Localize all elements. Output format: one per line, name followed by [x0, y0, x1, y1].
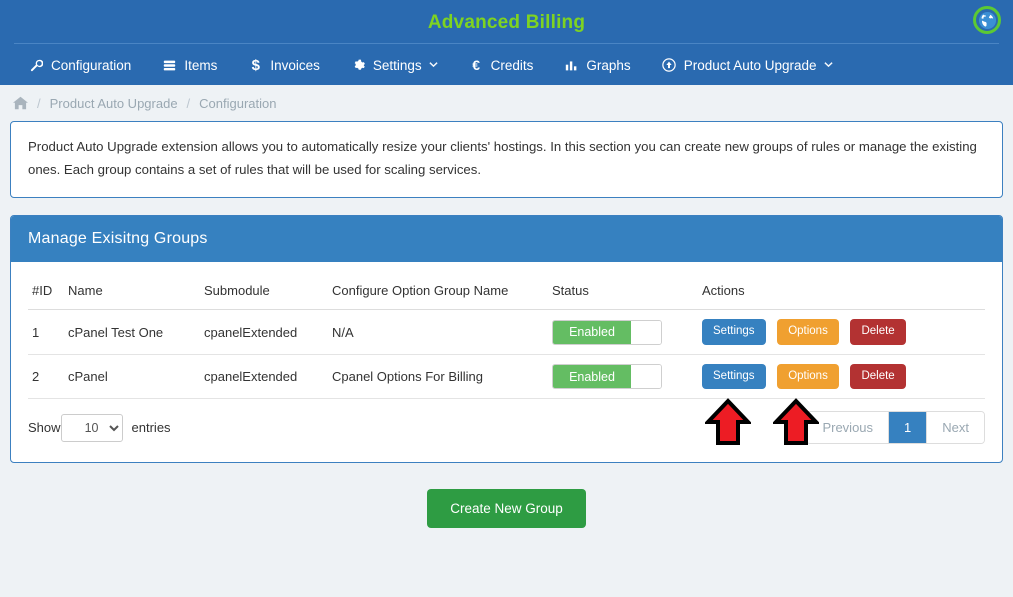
table-row: 1 cPanel Test One cpanelExtended N/A Ena…: [28, 309, 985, 355]
settings-button[interactable]: Settings: [702, 363, 766, 390]
chevron-down-icon: [823, 60, 833, 70]
table-body: 1 cPanel Test One cpanelExtended N/A Ena…: [28, 309, 985, 400]
table-row: 2 cPanel cpanelExtended Cpanel Options F…: [28, 354, 985, 400]
settings-button[interactable]: Settings: [702, 319, 766, 345]
status-toggle-label: Enabled: [553, 365, 631, 389]
gear-icon: [350, 59, 367, 72]
entries-select-wrapper: 10 25 50 100: [60, 413, 123, 442]
nav-item-product-auto-upgrade[interactable]: Product Auto Upgrade: [661, 45, 833, 85]
cell-config-option-group: N/A: [328, 309, 548, 355]
entries-label: entries: [131, 420, 171, 436]
pagination-previous[interactable]: Previous: [807, 412, 890, 444]
cell-status: Enabled: [548, 354, 698, 400]
column-header-name: Name: [64, 276, 200, 311]
cell-submodule: cpanelExtended: [200, 354, 328, 400]
page-title: Advanced Billing: [427, 12, 586, 33]
nav-label-items: Items: [184, 57, 218, 73]
column-header-submodule: Submodule: [200, 276, 328, 311]
options-button[interactable]: Options: [777, 363, 839, 390]
nav-item-configuration[interactable]: Configuration: [28, 45, 131, 85]
table-header: #ID Name Submodule Configure Option Grou…: [28, 276, 985, 311]
options-button[interactable]: Options: [777, 319, 839, 345]
info-description-panel: Product Auto Upgrade extension allows yo…: [10, 121, 1003, 199]
euro-icon: €: [472, 57, 481, 73]
info-description-text: Product Auto Upgrade extension allows yo…: [28, 139, 977, 177]
header-divider: [14, 43, 999, 44]
nav-label-product-auto-upgrade: Product Auto Upgrade: [683, 57, 817, 73]
show-label: Show: [28, 420, 61, 436]
breadcrumb-separator: /: [186, 95, 191, 111]
status-toggle[interactable]: Enabled: [552, 319, 662, 345]
show-entries-control: Show 10 25 50 100 entries: [28, 413, 171, 442]
cell-name: cPanel Test One: [64, 309, 200, 355]
pagination-next[interactable]: Next: [927, 412, 984, 444]
globe-icon: [978, 11, 997, 30]
nav-label-credits: Credits: [490, 57, 534, 73]
breadcrumb-separator: /: [37, 95, 41, 111]
page-footer-space: [0, 545, 1013, 597]
home-icon[interactable]: [13, 96, 28, 110]
column-header-id: #ID: [28, 276, 64, 311]
app-header: Advanced Billing Configuration Items $ I…: [0, 0, 1013, 85]
nav-item-graphs[interactable]: Graphs: [563, 45, 631, 85]
nav-item-invoices[interactable]: $ Invoices: [247, 45, 320, 85]
chevron-down-icon: [429, 60, 438, 70]
create-new-group-button[interactable]: Create New Group: [427, 489, 586, 529]
page-root: Advanced Billing Configuration Items $ I…: [0, 0, 1013, 597]
breadcrumb-item-product-auto-upgrade[interactable]: Product Auto Upgrade: [50, 96, 178, 111]
cell-name: cPanel: [64, 354, 200, 400]
status-toggle-label: Enabled: [553, 320, 631, 344]
cell-actions: Settings Options Delete: [698, 354, 985, 400]
table-header-row: #ID Name Submodule Configure Option Grou…: [28, 276, 985, 311]
breadcrumb: / Product Auto Upgrade / Configuration: [0, 85, 1013, 121]
status-toggle-knob: [631, 365, 661, 389]
cell-status: Enabled: [548, 309, 698, 355]
nav-label-invoices: Invoices: [270, 57, 320, 73]
cell-actions: Settings Options Delete: [698, 309, 985, 355]
status-toggle-knob: [631, 320, 661, 344]
status-toggle[interactable]: Enabled: [552, 364, 662, 390]
column-header-status: Status: [548, 276, 698, 311]
table-footer: Show 10 25 50 100 entries Previous 1: [28, 411, 985, 445]
delete-button[interactable]: Delete: [850, 363, 906, 390]
panel-body: #ID Name Submodule Configure Option Grou…: [11, 262, 1002, 462]
breadcrumb-item-configuration: Configuration: [199, 95, 277, 111]
nav-label-graphs: Graphs: [586, 57, 631, 73]
arrow-up-circle-icon: [661, 58, 678, 72]
nav-item-credits[interactable]: € Credits: [468, 45, 534, 85]
bar-chart-icon: [563, 59, 580, 72]
server-icon: [161, 59, 178, 72]
cell-id: 2: [28, 354, 64, 400]
nav-label-settings: Settings: [372, 57, 422, 73]
language-globe-button[interactable]: [973, 6, 1001, 34]
nav-item-items[interactable]: Items: [161, 45, 217, 85]
cell-submodule: cpanelExtended: [200, 309, 328, 355]
column-header-actions: Actions: [698, 276, 985, 311]
nav-item-settings[interactable]: Settings: [350, 45, 438, 85]
cell-config-option-group: Cpanel Options For Billing: [328, 354, 548, 400]
panel-title: Manage Exisitng Groups: [11, 216, 1002, 263]
main-navigation: Configuration Items $ Invoices Settings: [0, 45, 1013, 85]
delete-button[interactable]: Delete: [850, 319, 906, 345]
pagination: Previous 1 Next: [806, 411, 985, 445]
manage-groups-panel: Manage Exisitng Groups #ID Name Submodul…: [10, 215, 1003, 464]
entries-per-page-select[interactable]: 10 25 50 100: [60, 413, 123, 442]
cell-id: 1: [28, 309, 64, 355]
wrench-icon: [28, 59, 45, 72]
pagination-page-1[interactable]: 1: [889, 412, 928, 444]
create-group-area: Create New Group: [0, 489, 1013, 529]
nav-label-configuration: Configuration: [51, 57, 132, 73]
column-header-config-option-group-name: Configure Option Group Name: [328, 276, 548, 311]
dollar-icon: $: [251, 56, 260, 74]
groups-table: #ID Name Submodule Configure Option Grou…: [28, 276, 985, 400]
